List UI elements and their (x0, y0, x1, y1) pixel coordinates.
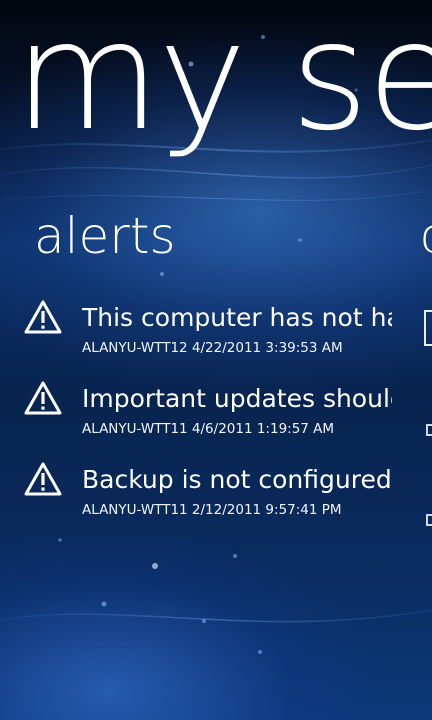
next-section-icon-peek (426, 424, 432, 436)
next-section-icon-peek (426, 514, 432, 526)
alert-title: This computer has not ha (82, 303, 392, 332)
alert-source-timestamp: ALANYU-WTT12 4/22/2011 3:39:53 AM (82, 340, 343, 356)
alert-item[interactable]: Important updates shoulc ALANYU-WTT11 4/… (0, 377, 392, 458)
alert-title: Backup is not configured (82, 465, 392, 494)
next-section-tile-peek[interactable] (424, 310, 432, 346)
alerts-list: This computer has not ha ALANYU-WTT12 4/… (0, 296, 392, 539)
warning-triangle-icon (24, 462, 62, 496)
alert-title: Important updates shoulc (82, 384, 392, 413)
alerts-section-header: alerts (34, 207, 176, 265)
phone-screen: my se alerts c This computer has not ha … (0, 0, 432, 720)
next-section-header-peek[interactable]: c (420, 204, 432, 268)
alert-item[interactable]: Backup is not configured ALANYU-WTT11 2/… (0, 458, 392, 539)
warning-triangle-icon (24, 381, 62, 415)
alert-source-timestamp: ALANYU-WTT11 4/6/2011 1:19:57 AM (82, 421, 335, 437)
panorama-title: my se (14, 0, 432, 164)
alert-item[interactable]: This computer has not ha ALANYU-WTT12 4/… (0, 296, 392, 377)
warning-triangle-icon (24, 300, 62, 334)
alert-source-timestamp: ALANYU-WTT11 2/12/2011 9:57:41 PM (82, 502, 342, 518)
